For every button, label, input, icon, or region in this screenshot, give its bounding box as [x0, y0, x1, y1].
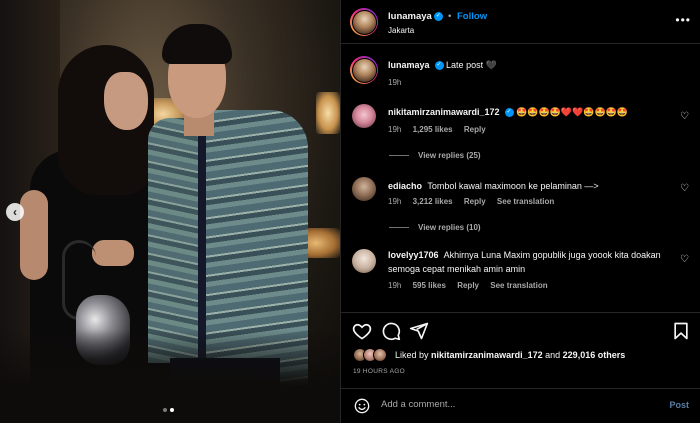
comment-meta: 19h 595 likes Reply See translation: [388, 281, 557, 290]
photo-man-jacket: [148, 118, 198, 363]
commenter-avatar[interactable]: [352, 249, 376, 273]
heart-icon[interactable]: ♡: [680, 254, 689, 265]
comment-time[interactable]: 19h: [388, 197, 401, 206]
comment-body: nikitamirzanimawardi_172 ✓ 🤩🤩🤩🤩❤️❤️🤩🤩🤩🤩: [388, 105, 678, 119]
liked-by-row: Liked by nikitamirzanimawardi_172 and 22…: [341, 346, 700, 366]
heart-icon[interactable]: ♡: [680, 111, 689, 122]
verified-badge-icon: ✓: [434, 61, 444, 71]
comment-icon[interactable]: [381, 321, 401, 341]
post-caption: lunamaya ✓ Late post 🖤 19h: [341, 56, 700, 92]
post-actions-bar: [341, 312, 700, 344]
post-header: lunamaya ✓ • Follow Jakarta •••: [341, 0, 700, 44]
author-avatar[interactable]: [350, 8, 378, 36]
comment-text: Tombol kawal maximoon ke pelaminan —>: [427, 181, 599, 191]
post-location[interactable]: Jakarta: [388, 26, 414, 35]
commenter-username[interactable]: nikitamirzanimawardi_172: [388, 107, 500, 117]
comment-likes[interactable]: 1,295 likes: [413, 125, 453, 134]
liked-by-prefix: Liked by: [395, 350, 429, 360]
view-replies-label[interactable]: View replies (25): [418, 151, 481, 160]
liker-avatar[interactable]: [373, 348, 387, 362]
reply-button[interactable]: Reply: [464, 197, 486, 206]
instagram-post-modal: ‹ lunamaya ✓ • Follow Jakarta ••• lunama…: [0, 0, 700, 423]
comment-likes[interactable]: 595 likes: [413, 281, 446, 290]
comment-item: nikitamirzanimawardi_172 ✓ 🤩🤩🤩🤩❤️❤️🤩🤩🤩🤩 1…: [341, 103, 700, 165]
comment-item: ediacho Tombol kawal maximoon ke pelamin…: [341, 177, 700, 239]
view-replies-button[interactable]: View replies (25): [389, 151, 481, 160]
post-photo[interactable]: ‹: [0, 0, 340, 423]
view-replies-button[interactable]: View replies (10): [389, 223, 481, 232]
comment-time[interactable]: 19h: [388, 281, 401, 290]
replies-divider: [389, 227, 409, 229]
heart-icon[interactable]: [352, 321, 372, 341]
photo-woman-face: [104, 72, 148, 130]
commenter-avatar[interactable]: [352, 104, 376, 128]
caption-meta: 19h: [388, 78, 410, 87]
commenter-username[interactable]: ediacho: [388, 181, 422, 191]
more-horizontal-icon[interactable]: •••: [675, 13, 691, 27]
caption-author-username[interactable]: lunamaya: [388, 60, 430, 70]
separator-dot: •: [448, 11, 452, 22]
comment-meta: 19h 3,212 likes Reply See translation: [388, 197, 563, 206]
reply-button[interactable]: Reply: [457, 281, 479, 290]
follow-button[interactable]: Follow: [457, 11, 487, 22]
commenter-avatar[interactable]: [352, 177, 376, 201]
liked-by-others[interactable]: 229,016 others: [563, 350, 626, 360]
photo-lamp: [316, 92, 340, 134]
add-comment-bar: Post: [341, 388, 700, 423]
post-timestamp[interactable]: 19 HOURS AGO: [353, 368, 405, 375]
author-username[interactable]: lunamaya ✓: [388, 11, 443, 22]
caption-time[interactable]: 19h: [388, 78, 401, 87]
post-details-panel: lunamaya ✓ • Follow Jakarta ••• lunamaya ✓…: [340, 0, 700, 423]
share-icon[interactable]: [409, 321, 429, 341]
comment-time[interactable]: 19h: [388, 125, 401, 134]
see-translation-button[interactable]: See translation: [490, 281, 547, 290]
comment-meta: 19h 1,295 likes Reply: [388, 125, 495, 134]
emoji-icon[interactable]: [354, 398, 370, 414]
view-replies-label[interactable]: View replies (10): [418, 223, 481, 232]
photo-woman-arm: [20, 190, 48, 280]
comment-body: ediacho Tombol kawal maximoon ke pelamin…: [388, 179, 678, 193]
verified-badge-icon: ✓: [433, 11, 443, 21]
comment-input[interactable]: [381, 399, 641, 410]
post-comment-button[interactable]: Post: [669, 400, 689, 410]
author-username-text[interactable]: lunamaya: [388, 11, 432, 22]
commenter-username[interactable]: lovelyy1706: [388, 250, 439, 260]
caption-text-line: lunamaya ✓ Late post 🖤: [388, 58, 678, 72]
liked-by-user[interactable]: nikitamirzanimawardi_172: [431, 350, 543, 360]
verified-badge-icon: ✓: [504, 108, 514, 118]
see-translation-button[interactable]: See translation: [497, 197, 554, 206]
liked-by-text: Liked by nikitamirzanimawardi_172 and 22…: [395, 350, 625, 360]
carousel-dot-active: [170, 408, 174, 412]
replies-divider: [389, 155, 409, 157]
caption-text: Late post 🖤: [446, 60, 497, 70]
carousel-dots: [163, 408, 174, 412]
comment-body: lovelyy1706 Akhirnya Luna Maxim gopublik…: [388, 248, 678, 276]
bookmark-icon[interactable]: [671, 321, 691, 341]
photo-man-hair: [162, 24, 232, 64]
carousel-dot: [163, 408, 167, 412]
photo-woman-hand: [92, 240, 134, 266]
comment-likes[interactable]: 3,212 likes: [413, 197, 453, 206]
comment-text: 🤩🤩🤩🤩❤️❤️🤩🤩🤩🤩: [516, 107, 629, 117]
heart-icon[interactable]: ♡: [680, 183, 689, 194]
comment-item: lovelyy1706 Akhirnya Luna Maxim gopublik…: [341, 248, 700, 298]
reply-button[interactable]: Reply: [464, 125, 486, 134]
liked-by-and: and: [545, 350, 561, 360]
caption-author-avatar[interactable]: [350, 56, 378, 84]
chevron-left-icon[interactable]: ‹: [6, 203, 24, 221]
